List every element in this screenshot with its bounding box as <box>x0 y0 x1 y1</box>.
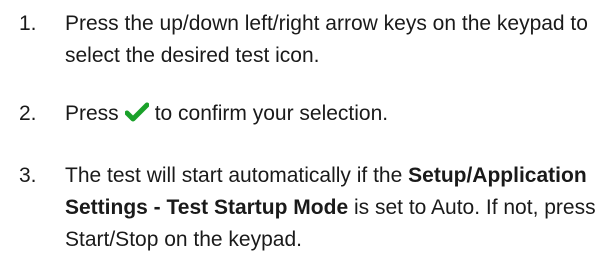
instruction-list: 1. Press the up/down left/right arrow ke… <box>0 0 606 267</box>
step-number: 1. <box>19 12 37 35</box>
step-number: 2. <box>19 102 37 125</box>
checkmark-icon <box>124 102 149 122</box>
step-text: The test will start automatically if the… <box>65 160 605 256</box>
step-text-after: to confirm your selection. <box>154 102 389 125</box>
step-text-before: Press <box>65 102 119 125</box>
step-text: Press to confirm your selection. <box>65 98 605 130</box>
step-text-before: The test will start automatically if the <box>65 164 403 187</box>
step-text: Press the up/down left/right arrow keys … <box>65 12 588 67</box>
step-number: 3. <box>19 164 37 187</box>
